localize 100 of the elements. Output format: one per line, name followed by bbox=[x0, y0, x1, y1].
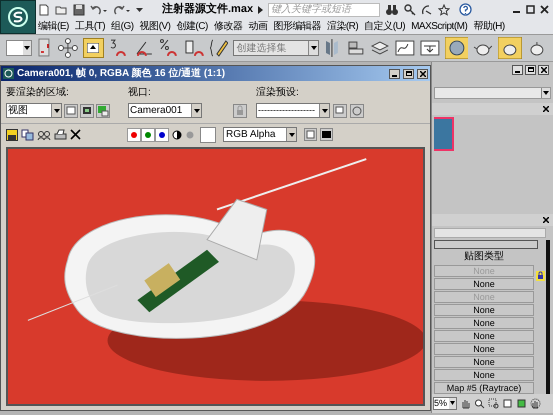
binoculars-icon[interactable] bbox=[385, 4, 400, 16]
new-file-icon[interactable] bbox=[38, 4, 50, 16]
selection-set-field[interactable]: 创建选择集 bbox=[233, 40, 320, 56]
menu-item[interactable]: 修改器 bbox=[214, 19, 242, 34]
alpha-channel-icon[interactable] bbox=[172, 130, 182, 140]
map-slot-button[interactable]: None bbox=[434, 368, 534, 381]
search-field[interactable]: 键入关键字或短语 bbox=[268, 2, 380, 16]
star-icon[interactable] bbox=[438, 4, 450, 16]
dropdown-arrow-icon bbox=[310, 46, 317, 50]
map-slot-button[interactable]: None bbox=[434, 316, 534, 329]
column-heading: 贴图类型 bbox=[463, 250, 505, 264]
menu-item[interactable]: 动画 bbox=[248, 19, 268, 34]
minimize-button[interactable] bbox=[389, 68, 400, 78]
redo-icon[interactable] bbox=[113, 4, 131, 16]
maximize-button[interactable] bbox=[525, 64, 536, 75]
close-icon[interactable] bbox=[540, 5, 549, 14]
select-and-move-button[interactable] bbox=[82, 38, 104, 58]
menu-item[interactable]: 自定义(U) bbox=[364, 19, 406, 34]
scrollbar[interactable] bbox=[546, 240, 550, 394]
field-label: 视口: bbox=[128, 86, 152, 99]
minimize-button[interactable] bbox=[512, 64, 523, 75]
copy-icon[interactable] bbox=[21, 128, 34, 140]
key-icon[interactable] bbox=[404, 4, 416, 16]
save-icon[interactable] bbox=[6, 128, 18, 140]
maximize-icon[interactable] bbox=[526, 5, 535, 14]
menu-item[interactable]: 组(G) bbox=[111, 19, 134, 34]
close-icon bbox=[540, 66, 546, 73]
spinner-snap-icon[interactable] bbox=[184, 38, 204, 58]
map-slot-button[interactable]: None bbox=[434, 278, 534, 290]
channel-dropdown[interactable]: RGB Alpha bbox=[223, 127, 297, 142]
close-button[interactable] bbox=[417, 68, 428, 78]
print-icon[interactable] bbox=[54, 128, 67, 140]
close-icon[interactable] bbox=[543, 106, 549, 112]
text-field[interactable] bbox=[434, 228, 546, 238]
orbit-icon[interactable] bbox=[530, 398, 541, 409]
zoom-region-icon[interactable] bbox=[488, 398, 499, 409]
dropdown-arrow-icon bbox=[450, 401, 455, 406]
map-slot-button[interactable]: None bbox=[434, 330, 534, 342]
close-icon[interactable] bbox=[70, 129, 81, 140]
text-field[interactable] bbox=[434, 240, 538, 249]
percent-snap-icon[interactable] bbox=[158, 38, 179, 58]
help-icon[interactable] bbox=[459, 3, 472, 16]
app-logo-icon bbox=[3, 68, 14, 79]
map-slot-button[interactable]: None bbox=[434, 356, 534, 368]
maximize-button[interactable] bbox=[403, 68, 414, 78]
zoom-icon[interactable] bbox=[474, 398, 485, 409]
dropdown-arrow-icon[interactable] bbox=[136, 6, 143, 12]
render-setup-icon[interactable] bbox=[333, 104, 347, 118]
clone-icon[interactable] bbox=[37, 128, 51, 140]
menu-item[interactable]: 创建(C) bbox=[176, 19, 208, 34]
menu-item[interactable]: 渲染(R) bbox=[326, 19, 358, 34]
dropdown-arrow-icon bbox=[543, 91, 549, 96]
environment-icon[interactable] bbox=[350, 104, 364, 118]
close-icon[interactable] bbox=[543, 216, 549, 223]
color-swatch[interactable] bbox=[200, 126, 216, 142]
app-logo-icon[interactable] bbox=[0, 0, 36, 34]
field-label: 要渲染的区域: bbox=[6, 86, 70, 99]
edit-region-icon[interactable] bbox=[64, 104, 78, 118]
dropdown-arrow-icon bbox=[194, 108, 200, 112]
save-icon[interactable] bbox=[73, 4, 85, 16]
map-slot-button[interactable]: Map #5 (Raytrace) bbox=[434, 382, 534, 394]
viewport-dropdown[interactable]: Camera001 bbox=[128, 103, 202, 118]
pan-hand-icon[interactable] bbox=[460, 398, 471, 409]
map-slot-button[interactable]: None bbox=[434, 304, 534, 316]
region-icon[interactable] bbox=[80, 104, 94, 118]
arrow-icon bbox=[87, 43, 100, 53]
schematic-view-icon[interactable] bbox=[420, 38, 440, 58]
render-teapot-icon[interactable] bbox=[498, 37, 522, 59]
preset-dropdown[interactable]: ------------------- bbox=[256, 103, 330, 118]
field-label: 渲染预设: bbox=[256, 86, 300, 99]
dropdown-arrow-icon bbox=[288, 132, 294, 136]
zoom-dropdown[interactable]: 5% bbox=[433, 396, 457, 410]
close-button[interactable] bbox=[538, 64, 549, 75]
toggle-ui-icon[interactable] bbox=[304, 128, 317, 141]
display-icon[interactable] bbox=[320, 128, 333, 141]
dropdown-arrow-icon bbox=[54, 108, 60, 112]
close-icon bbox=[420, 70, 426, 76]
map-slot-button[interactable]: None bbox=[434, 342, 534, 355]
folder-icon[interactable] bbox=[55, 4, 68, 16]
window-title: Camera001, 帧 0, RGBA 颜色 16 位/通道 (1:1) bbox=[17, 66, 226, 81]
menu-item[interactable]: 编辑(E) bbox=[38, 19, 69, 34]
menu-item[interactable]: 图形编辑器 bbox=[273, 19, 321, 34]
edit-named-selection-icon[interactable] bbox=[208, 38, 228, 58]
area-dropdown[interactable]: 视图 bbox=[6, 103, 62, 118]
auto-region-icon[interactable] bbox=[96, 104, 110, 118]
menu-item[interactable]: 帮助(H) bbox=[473, 19, 505, 34]
file-title: 注射器源文件.max bbox=[162, 2, 254, 18]
undo-icon[interactable] bbox=[90, 4, 108, 16]
curve-editor-icon[interactable] bbox=[395, 38, 415, 58]
lock-icon[interactable] bbox=[536, 270, 544, 281]
menu-item[interactable]: 工具(T) bbox=[74, 19, 106, 34]
dropdown-arrow-icon bbox=[24, 46, 30, 50]
mirror-icon[interactable] bbox=[324, 38, 340, 58]
dropdown-arrow-icon bbox=[322, 108, 328, 112]
caret-icon[interactable] bbox=[258, 6, 264, 14]
move-icon[interactable] bbox=[58, 38, 78, 58]
dropdown[interactable] bbox=[6, 40, 32, 56]
menu-item[interactable]: MAXScript(M) bbox=[411, 19, 468, 34]
material-editor-icon[interactable] bbox=[444, 37, 468, 59]
menu-item[interactable]: 视图(V) bbox=[140, 19, 170, 34]
